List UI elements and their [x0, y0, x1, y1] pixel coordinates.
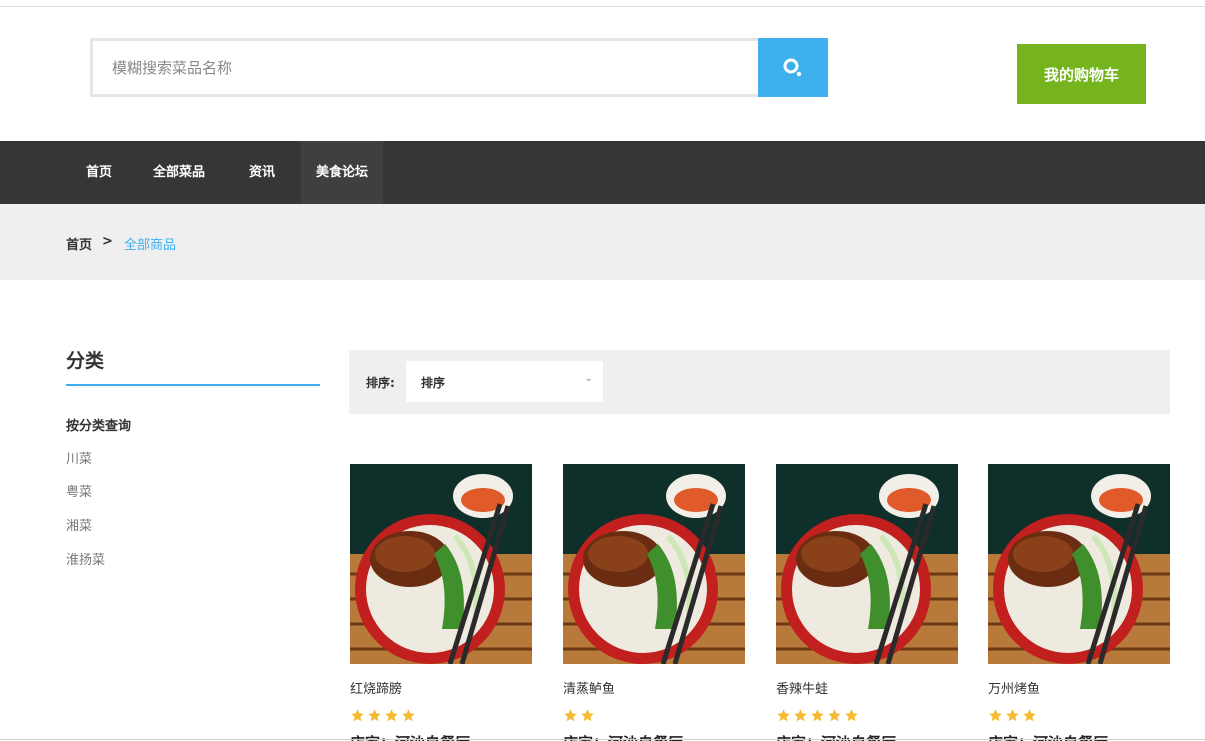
product-card: 香辣牛蛙 店家：河沙自餐厅 [776, 464, 958, 741]
star-icon [368, 709, 381, 722]
star-icon [402, 709, 415, 722]
category-link-huaiyang[interactable]: 淮扬菜 [66, 549, 105, 568]
food-photo[interactable] [563, 464, 745, 664]
nav-item-news[interactable]: 资讯 [249, 141, 275, 204]
star-icon [1006, 709, 1019, 722]
star-icon [564, 709, 577, 722]
nav-item-all-dishes[interactable]: 全部菜品 [153, 141, 205, 204]
product-rating [563, 708, 595, 723]
product-name[interactable]: 万州烤鱼 [988, 678, 1040, 697]
food-photo[interactable] [988, 464, 1170, 664]
search-box [90, 38, 828, 97]
star-icon [845, 709, 858, 722]
breadcrumb-home[interactable]: 首页 [66, 234, 92, 253]
star-icon [794, 709, 807, 722]
category-title-underline [66, 384, 320, 386]
product-rating [988, 708, 1037, 723]
product-card: 清蒸鲈鱼 店家：河沙自餐厅 [563, 464, 745, 741]
product-rating [350, 708, 416, 723]
sort-select[interactable]: 排序 ⌄ [406, 361, 603, 402]
nav-item-home[interactable]: 首页 [86, 141, 112, 204]
search-icon [783, 58, 802, 76]
product-name[interactable]: 香辣牛蛙 [776, 678, 828, 697]
star-icon [1023, 709, 1036, 722]
category-link-yue[interactable]: 粤菜 [66, 481, 92, 500]
my-cart-button[interactable]: 我的购物车 [1017, 44, 1146, 104]
breadcrumb-current[interactable]: 全部商品 [124, 234, 176, 253]
star-icon [777, 709, 790, 722]
star-icon [828, 709, 841, 722]
product-rating [776, 708, 859, 723]
breadcrumb-separator: > [102, 234, 113, 249]
bottom-divider [0, 739, 1205, 740]
product-card: 万州烤鱼 店家：河沙自餐厅 [988, 464, 1170, 741]
product-name[interactable]: 红烧蹄膀 [350, 678, 402, 697]
star-icon [581, 709, 594, 722]
star-icon [385, 709, 398, 722]
top-divider [0, 6, 1205, 7]
search-input[interactable] [90, 38, 758, 97]
sort-label: 排序: [366, 376, 395, 390]
food-photo[interactable] [776, 464, 958, 664]
star-icon [989, 709, 1002, 722]
food-photo[interactable] [350, 464, 532, 664]
nav-item-food-forum[interactable]: 美食论坛 [301, 141, 384, 204]
category-subtitle: 按分类查询 [66, 419, 132, 434]
product-name[interactable]: 清蒸鲈鱼 [563, 678, 615, 697]
category-link-xiang[interactable]: 湘菜 [66, 515, 92, 534]
product-card: 红烧蹄膀 店家：河沙自餐厅 [350, 464, 532, 741]
star-icon [351, 709, 364, 722]
search-button[interactable] [758, 38, 828, 97]
sort-selected-value: 排序 [421, 376, 446, 390]
breadcrumb: 首页 > 全部商品 [0, 204, 1205, 280]
chevron-down-icon: ⌄ [584, 373, 593, 384]
star-icon [811, 709, 824, 722]
category-link-chuan[interactable]: 川菜 [66, 448, 92, 467]
sort-bar: 排序: 排序 ⌄ [349, 350, 1170, 414]
main-navbar: 首页 全部菜品 资讯 美食论坛 [0, 141, 1205, 204]
category-title: 分类 [66, 350, 105, 372]
